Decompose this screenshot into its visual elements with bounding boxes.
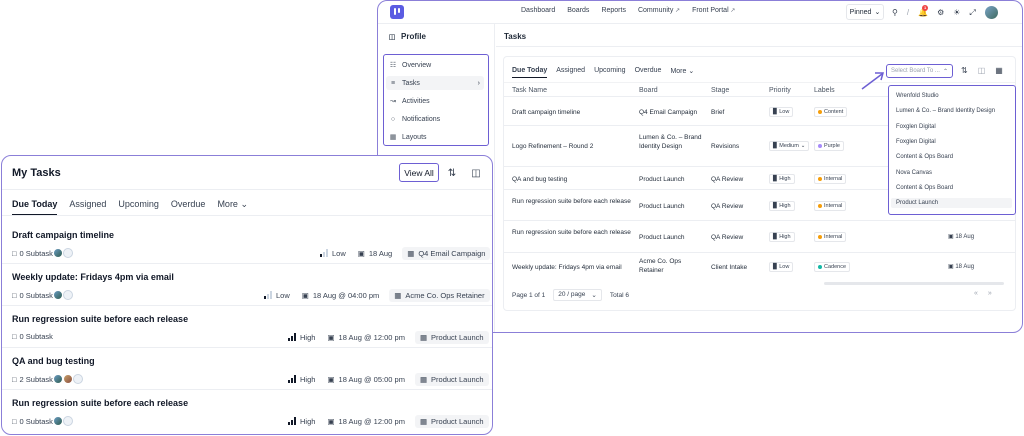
sort-icon[interactable]: ⇅ (443, 165, 461, 181)
subtask-count: 0 Subtask (19, 290, 53, 300)
task-subtasks: □ 0 Subtask (12, 290, 73, 300)
tab-assigned[interactable]: Assigned (69, 199, 106, 216)
my-tasks-widget: My Tasks View All ⇅ ◫ Due Today Assigned… (1, 155, 493, 435)
tabs-divider (2, 215, 492, 216)
avatar[interactable] (62, 374, 73, 384)
board-icon: ▦ (394, 290, 402, 300)
task-subtasks: □ 2 Subtask (12, 374, 83, 384)
priority-bars-icon (320, 249, 328, 257)
panel-toggle-icon[interactable]: ◫ (467, 165, 485, 181)
calendar-icon: ▣ (327, 374, 335, 384)
board-pill[interactable]: ▦ Product Launch (414, 330, 489, 344)
priority-text: High (300, 374, 316, 384)
add-assignee-avatar[interactable] (62, 248, 73, 258)
priority-text: High (300, 416, 316, 426)
subtask-icon: □ (12, 374, 17, 384)
add-assignee-avatar[interactable] (62, 290, 73, 300)
due-date: 18 Aug @ 12:00 pm (338, 416, 405, 426)
board-name: Product Launch (431, 416, 484, 426)
calendar-icon: ▣ (327, 332, 335, 342)
tab-due-today[interactable]: Due Today (12, 199, 58, 216)
task-row[interactable]: Run regression suite before each release… (2, 306, 492, 348)
subtask-icon: □ (12, 416, 17, 426)
task-title: Draft campaign timeline (12, 230, 115, 240)
board-pill[interactable]: ▦ Product Launch (414, 414, 489, 428)
board-name: Acme Co. Ops Retainer (405, 290, 485, 300)
avatar[interactable] (52, 290, 63, 300)
task-subtasks: □ 0 Subtask (12, 332, 53, 341)
calendar-icon: ▣ (327, 416, 335, 426)
avatar[interactable] (52, 248, 63, 258)
divider (2, 189, 492, 190)
tab-overdue[interactable]: Overdue (171, 199, 206, 216)
due-date: 18 Aug @ 04:00 pm (312, 290, 380, 300)
priority-bars-icon (288, 417, 296, 425)
add-assignee-avatar[interactable] (72, 374, 83, 384)
subtask-icon: □ (12, 290, 17, 300)
task-title: Run regression suite before each release (12, 398, 189, 408)
subtask-count: 0 Subtask (19, 416, 53, 426)
chevron-down-icon: ⌄ (240, 199, 249, 209)
priority-text: Low (332, 248, 346, 258)
add-assignee-avatar[interactable] (62, 416, 73, 426)
board-name: Product Launch (431, 374, 484, 384)
task-meta: High ▣ 18 Aug @ 05:00 pm ▦ Product Launch (288, 372, 489, 386)
task-meta: Low ▣ 18 Aug @ 04:00 pm ▦ Acme Co. Ops Re… (264, 288, 490, 302)
task-meta: High ▣ 18 Aug @ 12:00 pm ▦ Product Launch (288, 414, 489, 428)
board-name: Product Launch (431, 332, 484, 342)
board-icon: ▦ (419, 416, 428, 426)
board-icon: ▦ (407, 248, 415, 258)
priority-bars-icon (288, 333, 296, 341)
arrow-to-board-select (861, 72, 884, 90)
priority-bars-icon (264, 291, 272, 299)
tab-more[interactable]: More ⌄ (217, 199, 248, 216)
task-title: Weekly update: Fridays 4pm via email (12, 272, 174, 282)
due-date: 18 Aug (368, 248, 393, 258)
due-date: 18 Aug @ 12:00 pm (338, 332, 405, 342)
tab-upcoming[interactable]: Upcoming (118, 199, 159, 216)
board-icon: ▦ (419, 332, 428, 342)
board-pill[interactable]: ▦ Q4 Email Campaign (402, 246, 491, 260)
task-title: QA and bug testing (12, 356, 95, 366)
task-row[interactable]: Weekly update: Fridays 4pm via email □ 0… (2, 264, 492, 306)
task-row[interactable]: QA and bug testing □ 2 Subtask High ▣ 18… (2, 348, 492, 390)
task-subtasks: □ 0 Subtask (12, 416, 73, 426)
avatar[interactable] (52, 374, 63, 384)
tab-more-label: More (217, 199, 238, 209)
subtask-icon: □ (12, 332, 17, 341)
task-row[interactable]: Run regression suite before each release… (2, 390, 492, 432)
board-pill[interactable]: ▦ Product Launch (414, 372, 489, 386)
subtask-icon: □ (12, 248, 17, 258)
task-title: Run regression suite before each release (12, 314, 189, 324)
view-all-button[interactable]: View All (399, 163, 439, 182)
my-tasks-tabs: Due Today Assigned Upcoming Overdue More… (12, 199, 248, 216)
task-row[interactable]: Draft campaign timeline □ 0 Subtask Low … (2, 222, 492, 264)
subtask-count: 2 Subtask (19, 374, 53, 384)
priority-text: High (300, 332, 316, 342)
board-icon: ▦ (419, 374, 428, 384)
due-date: 18 Aug @ 05:00 pm (338, 374, 405, 384)
priority-bars-icon (288, 375, 296, 383)
widget-title: My Tasks (12, 167, 61, 179)
board-name: Q4 Email Campaign (418, 248, 486, 258)
calendar-icon: ▣ (301, 290, 309, 300)
board-pill[interactable]: ▦ Acme Co. Ops Retainer (389, 288, 490, 302)
task-meta: High ▣ 18 Aug @ 12:00 pm ▦ Product Launch (288, 330, 489, 344)
subtask-count: 0 Subtask (19, 332, 53, 341)
task-meta: Low ▣ 18 Aug ▦ Q4 Email Campaign (320, 246, 491, 260)
task-subtasks: □ 0 Subtask (12, 248, 73, 258)
priority-text: Low (276, 290, 290, 300)
subtask-count: 0 Subtask (19, 248, 53, 258)
calendar-icon: ▣ (357, 248, 365, 258)
avatar[interactable] (52, 416, 63, 426)
